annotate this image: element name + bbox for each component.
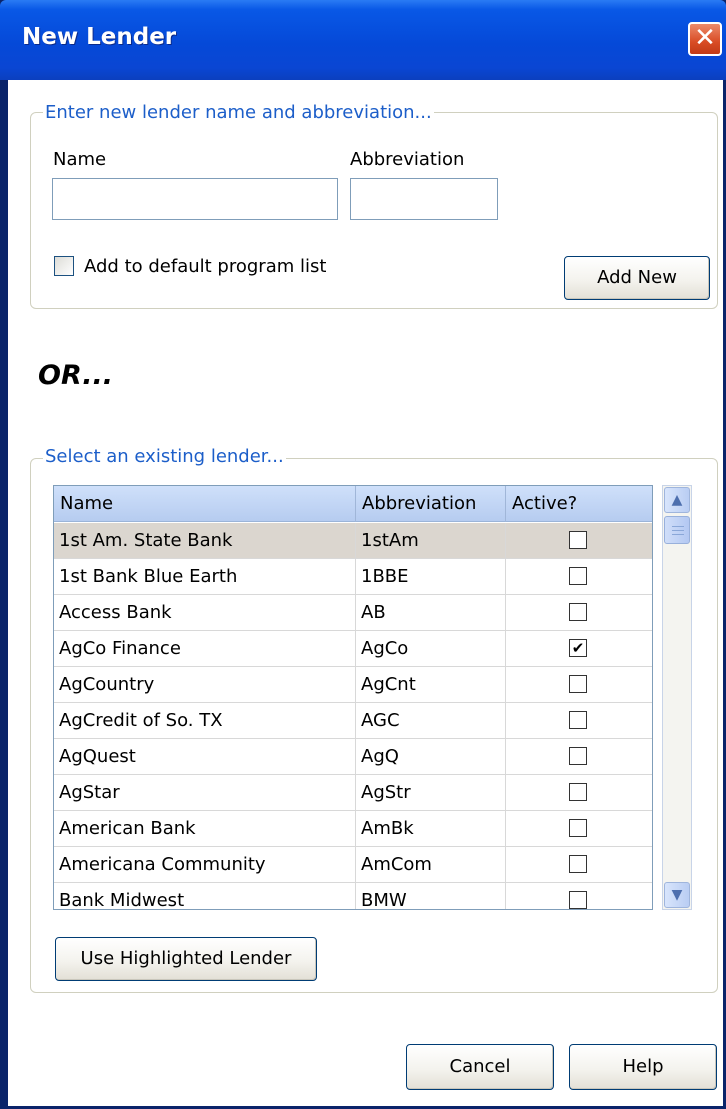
lender-active-cell: [506, 739, 652, 775]
active-checkbox[interactable]: ✔: [569, 639, 587, 657]
title-bar[interactable]: New Lender ✕: [0, 0, 726, 80]
lender-table[interactable]: Name Abbreviation Active? 1st Am. State …: [53, 485, 653, 910]
lender-name-cell: AgStar: [54, 775, 356, 811]
default-list-label[interactable]: Add to default program list: [84, 256, 326, 277]
new-lender-window: New Lender ✕ Enter new lender name and a…: [0, 0, 726, 1109]
lender-active-cell: [506, 811, 652, 847]
lender-active-cell: [506, 667, 652, 703]
active-checkbox[interactable]: [569, 675, 587, 693]
active-checkbox[interactable]: [569, 711, 587, 729]
active-checkbox[interactable]: [569, 819, 587, 837]
lender-name-cell: AgCo Finance: [54, 631, 356, 667]
or-separator: OR...: [38, 360, 114, 391]
lender-active-cell: [506, 883, 652, 909]
scroll-up-button[interactable]: ▲: [664, 487, 690, 513]
lender-active-cell: [506, 847, 652, 883]
lender-active-cell: [506, 775, 652, 811]
default-list-checkbox[interactable]: [54, 256, 74, 276]
active-checkbox[interactable]: [569, 783, 587, 801]
close-button[interactable]: ✕: [688, 22, 722, 56]
table-row[interactable]: AgStar AgStr: [54, 775, 652, 811]
lender-name-cell: AgCountry: [54, 667, 356, 703]
lender-abbreviation-cell: AmBk: [356, 811, 506, 847]
existing-lender-group-legend: Select an existing lender...: [43, 446, 286, 467]
lender-abbreviation-cell: AgCo: [356, 631, 506, 667]
use-highlighted-lender-button[interactable]: Use Highlighted Lender: [55, 937, 317, 981]
lender-abbreviation-cell: 1stAm: [356, 523, 506, 559]
lender-abbreviation-cell: AgQ: [356, 739, 506, 775]
table-scrollbar[interactable]: ▲ ▼: [662, 485, 692, 910]
chevron-up-icon: ▲: [671, 492, 683, 508]
lender-name-cell: American Bank: [54, 811, 356, 847]
table-row[interactable]: 1st Bank Blue Earth 1BBE: [54, 559, 652, 595]
use-highlighted-lender-label: Use Highlighted Lender: [80, 948, 292, 969]
column-header-name[interactable]: Name: [54, 486, 356, 522]
lender-active-cell: ✔: [506, 631, 652, 667]
column-header-active[interactable]: Active?: [506, 486, 652, 522]
help-button[interactable]: Help: [569, 1044, 717, 1090]
table-row[interactable]: AgCredit of So. TX AGC: [54, 703, 652, 739]
lender-active-cell: [506, 703, 652, 739]
active-checkbox[interactable]: [569, 891, 587, 909]
active-checkbox[interactable]: [569, 531, 587, 549]
table-row[interactable]: Bank Midwest BMW: [54, 883, 652, 909]
table-row[interactable]: 1st Am. State Bank 1stAm: [54, 523, 652, 559]
lender-active-cell: [506, 559, 652, 595]
abbreviation-label: Abbreviation: [350, 149, 465, 170]
active-checkbox[interactable]: [569, 603, 587, 621]
lender-abbreviation-cell: AmCom: [356, 847, 506, 883]
chevron-down-icon: ▼: [671, 887, 683, 903]
scroll-thumb[interactable]: [664, 516, 690, 544]
lender-name-cell: AgCredit of So. TX: [54, 703, 356, 739]
help-button-label: Help: [622, 1056, 664, 1077]
add-new-button-label: Add New: [597, 267, 677, 288]
active-checkbox[interactable]: [569, 855, 587, 873]
lender-abbreviation-cell: 1BBE: [356, 559, 506, 595]
name-input[interactable]: [52, 178, 338, 220]
cancel-button-label: Cancel: [449, 1056, 511, 1077]
scroll-down-button[interactable]: ▼: [664, 882, 690, 908]
lender-name-cell: Access Bank: [54, 595, 356, 631]
lender-abbreviation-cell: AGC: [356, 703, 506, 739]
table-row[interactable]: Americana Community AmCom: [54, 847, 652, 883]
table-row[interactable]: AgCo Finance AgCo ✔: [54, 631, 652, 667]
lender-active-cell: [506, 523, 652, 559]
lender-name-cell: 1st Am. State Bank: [54, 523, 356, 559]
lender-abbreviation-cell: AgCnt: [356, 667, 506, 703]
column-header-abbreviation[interactable]: Abbreviation: [356, 486, 506, 522]
lender-name-cell: Bank Midwest: [54, 883, 356, 909]
lender-active-cell: [506, 595, 652, 631]
table-row[interactable]: American Bank AmBk: [54, 811, 652, 847]
lender-abbreviation-cell: AB: [356, 595, 506, 631]
new-lender-group-legend: Enter new lender name and abbreviation..…: [43, 102, 434, 123]
table-header: Name Abbreviation Active?: [54, 486, 652, 522]
abbreviation-input[interactable]: [350, 178, 498, 220]
table-row[interactable]: AgQuest AgQ: [54, 739, 652, 775]
window-title: New Lender: [22, 24, 177, 50]
name-label: Name: [53, 149, 107, 170]
table-row[interactable]: AgCountry AgCnt: [54, 667, 652, 703]
add-new-button[interactable]: Add New: [564, 256, 710, 300]
lender-abbreviation-cell: AgStr: [356, 775, 506, 811]
dialog-body: Enter new lender name and abbreviation..…: [8, 80, 723, 1106]
lender-name-cell: 1st Bank Blue Earth: [54, 559, 356, 595]
lender-name-cell: AgQuest: [54, 739, 356, 775]
cancel-button[interactable]: Cancel: [406, 1044, 554, 1090]
table-row[interactable]: Access Bank AB: [54, 595, 652, 631]
lender-abbreviation-cell: BMW: [356, 883, 506, 909]
active-checkbox[interactable]: [569, 567, 587, 585]
close-icon: ✕: [694, 23, 716, 53]
lender-name-cell: Americana Community: [54, 847, 356, 883]
active-checkbox[interactable]: [569, 747, 587, 765]
